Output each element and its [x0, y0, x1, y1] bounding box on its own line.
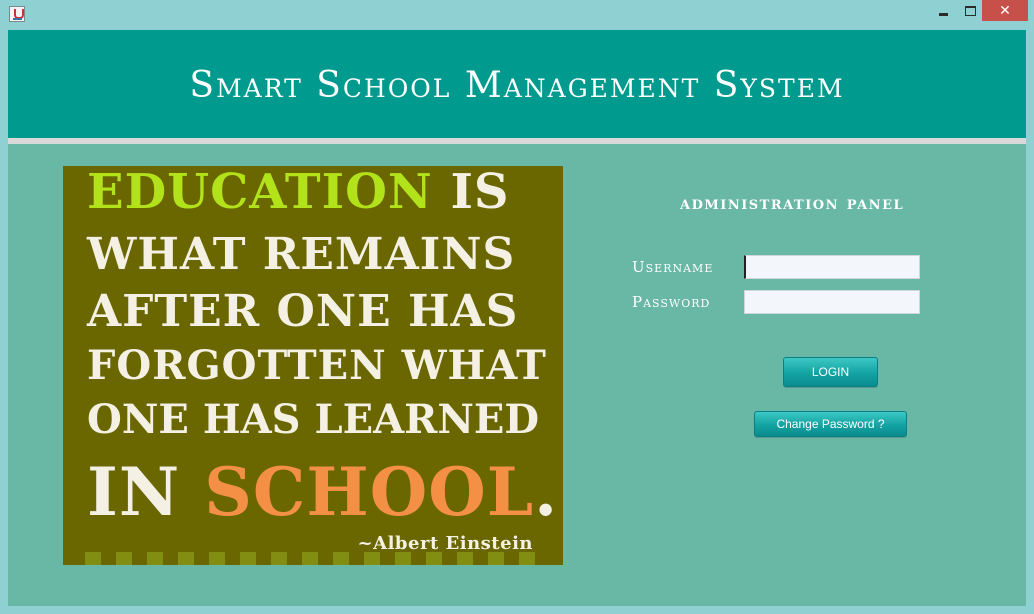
- maximize-button[interactable]: [958, 0, 982, 21]
- quote-line-5: one has learned: [87, 396, 540, 443]
- minimize-icon: [938, 13, 948, 16]
- quote-text: in: [87, 453, 205, 531]
- decorative-pattern: [79, 552, 539, 565]
- quote-line-1: Education is: [87, 168, 510, 216]
- quote-highlight-education: Education: [87, 166, 433, 220]
- app-title: Smart School Management System: [189, 64, 845, 106]
- java-cup-icon: [9, 6, 25, 22]
- header-divider: [8, 138, 1026, 144]
- minimize-button[interactable]: [931, 0, 955, 21]
- admin-panel-title: administration panel: [680, 193, 905, 214]
- header-banner: Smart School Management System: [8, 30, 1026, 138]
- login-button[interactable]: LOGIN: [783, 357, 878, 387]
- password-label: Password: [632, 293, 711, 311]
- window-title-bar: ✕: [0, 0, 1034, 28]
- username-field[interactable]: [744, 255, 920, 279]
- quote-line-6: in school.: [87, 459, 558, 525]
- quote-author: ~Albert Einstein: [357, 533, 533, 554]
- quote-line-4: forgotten what: [87, 342, 547, 389]
- change-password-button[interactable]: Change Password ?: [754, 411, 907, 437]
- password-field[interactable]: [744, 290, 920, 314]
- quote-period: .: [534, 453, 559, 531]
- close-button[interactable]: ✕: [982, 0, 1028, 21]
- maximize-icon: [964, 5, 976, 16]
- quote-poster: Education is what remains after one has …: [63, 166, 563, 565]
- main-window-content: Smart School Management System Education…: [8, 30, 1026, 606]
- quote-text: is: [432, 166, 510, 220]
- close-icon: ✕: [999, 2, 1011, 19]
- quote-line-3: after one has: [87, 286, 519, 337]
- quote-highlight-school: school: [204, 453, 535, 531]
- quote-line-2: what remains: [87, 229, 516, 280]
- username-label: Username: [632, 258, 714, 276]
